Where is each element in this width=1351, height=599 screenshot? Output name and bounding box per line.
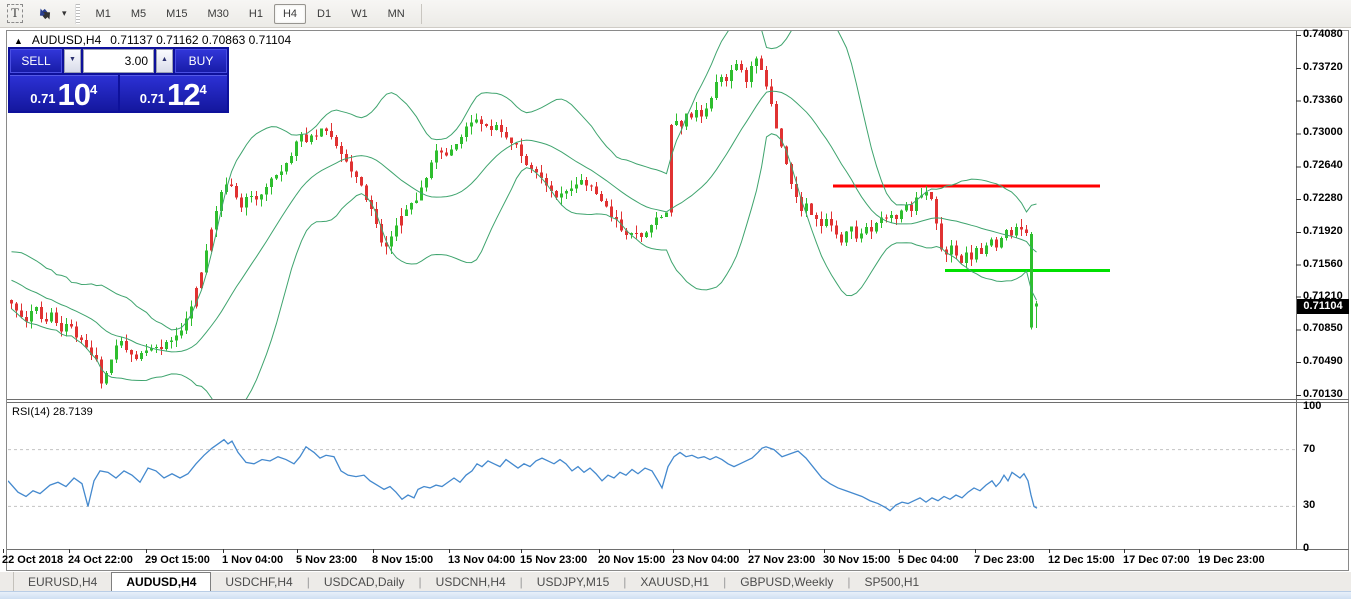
price-tick-label: 0.74080 xyxy=(1303,28,1343,40)
price-tick-label: 0.73720 xyxy=(1303,61,1343,73)
tab-usdchf[interactable]: USDCHF,H4 xyxy=(211,572,306,591)
trade-panel: SELL ▼ ▲ BUY 0.71 10 4 0.71 12 4 xyxy=(8,47,229,113)
bollinger-lower-band xyxy=(12,134,1037,418)
price-tick-label: 0.72640 xyxy=(1303,159,1343,171)
tab-bar-stub xyxy=(0,572,14,591)
buy-quote[interactable]: 0.71 12 4 xyxy=(120,75,228,111)
price-tick-label: 0.71210 xyxy=(1303,290,1343,302)
chart-ohlc-values: 0.71137 0.71162 0.70863 0.71104 xyxy=(110,33,291,47)
price-tick-label: 0.70490 xyxy=(1303,355,1343,367)
time-tick-label: 7 Dec 23:00 xyxy=(974,554,1035,566)
buy-quote-sup: 4 xyxy=(200,85,207,95)
rsi-tick-label: 100 xyxy=(1303,400,1321,412)
sell-button[interactable]: SELL xyxy=(10,49,62,73)
tab-usdjpy[interactable]: USDJPY,M15 xyxy=(523,572,623,591)
price-tick-label: 0.73000 xyxy=(1303,126,1343,138)
rsi-tick-label: 0 xyxy=(1303,542,1309,554)
price-tick-label: 0.70850 xyxy=(1303,322,1343,334)
time-tick-label: 23 Nov 04:00 xyxy=(672,554,739,566)
rsi-line xyxy=(8,440,1037,511)
time-tick-label: 19 Dec 23:00 xyxy=(1198,554,1265,566)
price-tick-label: 0.72280 xyxy=(1303,192,1343,204)
tab-usdcad[interactable]: USDCAD,Daily xyxy=(310,572,419,591)
time-tick-label: 12 Dec 15:00 xyxy=(1048,554,1115,566)
price-tick-label: 0.73360 xyxy=(1303,94,1343,106)
time-tick-label: 27 Nov 23:00 xyxy=(748,554,815,566)
buy-button[interactable]: BUY xyxy=(175,49,227,73)
status-bar xyxy=(0,591,1351,599)
sell-quote-sup: 4 xyxy=(90,85,97,95)
volume-decrease-button[interactable]: ▼ xyxy=(64,49,81,73)
time-tick-label: 29 Oct 15:00 xyxy=(145,554,210,566)
volume-increase-button[interactable]: ▲ xyxy=(156,49,173,73)
time-tick-label: 22 Oct 2018 xyxy=(2,554,63,566)
tab-usdcnh[interactable]: USDCNH,H4 xyxy=(422,572,520,591)
time-tick-label: 13 Nov 04:00 xyxy=(448,554,515,566)
tab-sp500[interactable]: SP500,H1 xyxy=(850,572,933,591)
rsi-tick-label: 70 xyxy=(1303,443,1315,455)
volume-input[interactable] xyxy=(83,49,154,73)
price-tick-label: 0.71920 xyxy=(1303,225,1343,237)
rsi-indicator-label: RSI(14) 28.7139 xyxy=(12,406,93,418)
chart-title: AUDUSD,H4 xyxy=(32,33,101,47)
time-tick-label: 20 Nov 15:00 xyxy=(598,554,665,566)
sell-quote-big: 10 xyxy=(58,81,90,109)
chart-tab-bar: EURUSD,H4AUDUSD,H4USDCHF,H4|USDCAD,Daily… xyxy=(0,572,1351,591)
chart-header: ▲ AUDUSD,H4 0.71137 0.71162 0.70863 0.71… xyxy=(14,33,291,47)
tab-gbpusd[interactable]: GBPUSD,Weekly xyxy=(726,572,847,591)
time-tick-label: 5 Nov 23:00 xyxy=(296,554,357,566)
price-tick-label: 0.71560 xyxy=(1303,258,1343,270)
time-tick-label: 15 Nov 23:00 xyxy=(520,554,587,566)
time-tick-label: 30 Nov 15:00 xyxy=(823,554,890,566)
tab-eurusd[interactable]: EURUSD,H4 xyxy=(14,572,111,591)
buy-quote-prefix: 0.71 xyxy=(140,89,165,109)
time-tick-label: 5 Dec 04:00 xyxy=(898,554,959,566)
buy-quote-big: 12 xyxy=(167,81,199,109)
rsi-tick-label: 30 xyxy=(1303,499,1315,511)
sell-quote[interactable]: 0.71 10 4 xyxy=(10,75,118,111)
time-tick-label: 8 Nov 15:00 xyxy=(372,554,433,566)
collapse-panel-icon[interactable]: ▲ xyxy=(14,36,23,46)
tab-xauusd[interactable]: XAUUSD,H1 xyxy=(626,572,723,591)
time-tick-label: 24 Oct 22:00 xyxy=(68,554,133,566)
time-tick-label: 17 Dec 07:00 xyxy=(1123,554,1190,566)
tab-audusd[interactable]: AUDUSD,H4 xyxy=(111,572,211,591)
time-tick-label: 1 Nov 04:00 xyxy=(222,554,283,566)
price-tick-label: 0.70130 xyxy=(1303,388,1343,400)
sell-quote-prefix: 0.71 xyxy=(30,89,55,109)
